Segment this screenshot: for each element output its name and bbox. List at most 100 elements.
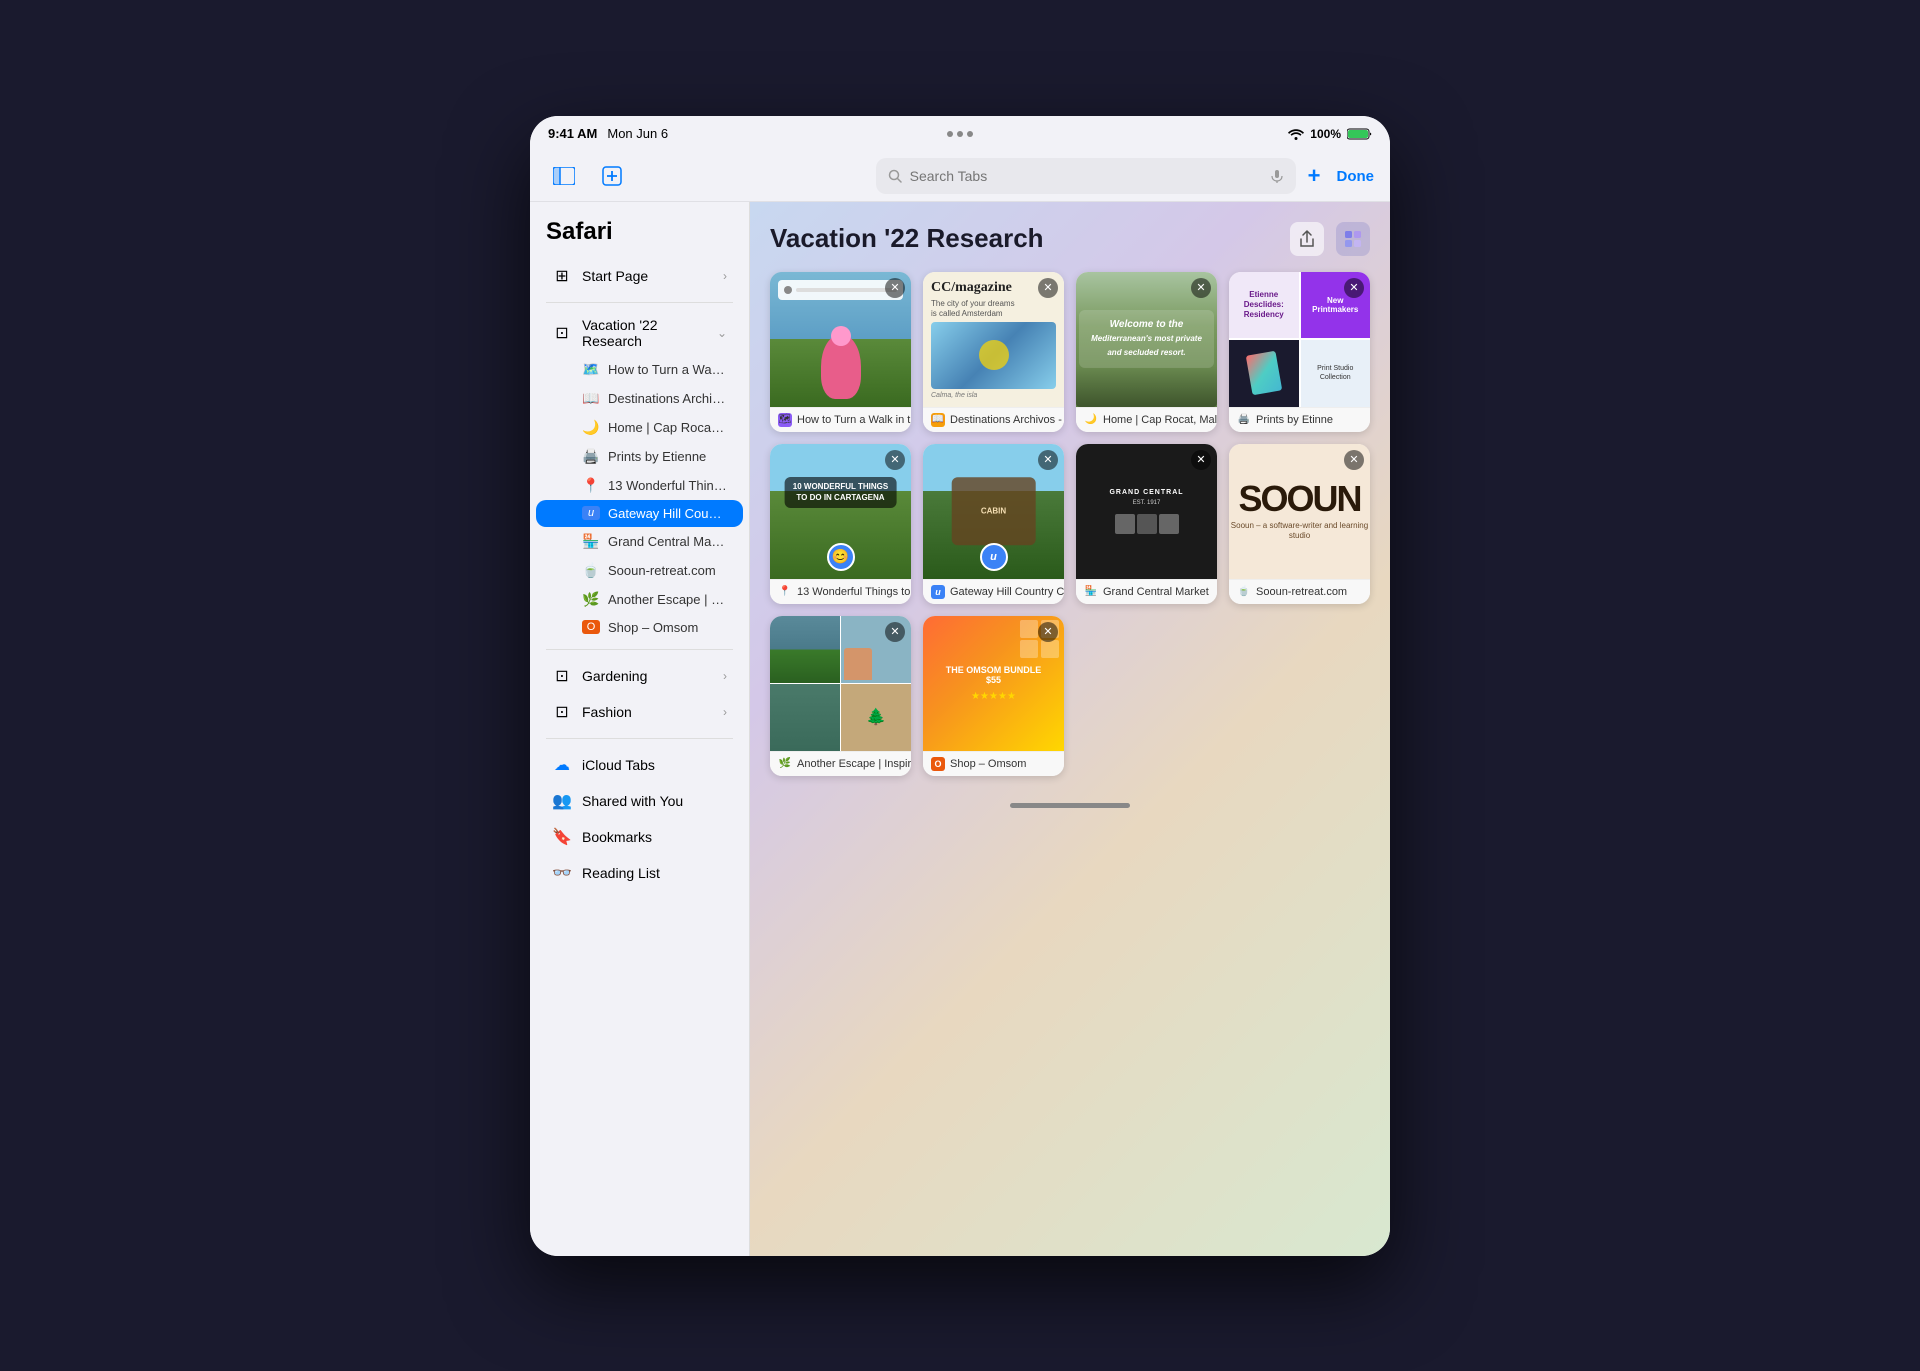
status-bar: 9:41 AM Mon Jun 6 100% xyxy=(530,116,1390,152)
home-indicator-area xyxy=(770,776,1370,816)
tab-card-magazine[interactable]: ✕ CC/magazine The city of your dreamsis … xyxy=(923,272,1064,432)
divider-2 xyxy=(546,649,733,650)
fashion-label: Fashion xyxy=(582,704,713,720)
hike-label: 🗺 How to Turn a Walk in the Wo... xyxy=(770,407,911,432)
sidebar-sub-prints[interactable]: 🖨️ Prints by Etienne xyxy=(536,442,743,471)
shared-icon: 👥 xyxy=(552,791,572,811)
close-hike[interactable]: ✕ xyxy=(885,278,905,298)
sidebar-sub-omsom[interactable]: O Shop – Omsom xyxy=(536,614,743,641)
escape-favicon: 🌿 xyxy=(778,757,792,771)
home-indicator xyxy=(1010,803,1130,808)
tab-card-wonderful[interactable]: ✕ 10 WONDERFUL THINGS TO DO IN CARTAGENA… xyxy=(770,444,911,604)
start-page-icon: ⊞ xyxy=(552,266,572,286)
tab-card-hike[interactable]: ✕ 🗺 xyxy=(770,272,911,432)
battery-icon xyxy=(1347,128,1372,140)
bookmarks-icon: 🔖 xyxy=(552,827,572,847)
divider-1 xyxy=(546,302,733,303)
ipad-frame: 9:41 AM Mon Jun 6 100% xyxy=(530,116,1390,1256)
vacation-group-chevron: ⌄ xyxy=(717,326,727,340)
magazine-favicon: 📖 xyxy=(931,413,945,427)
gateway-label: u Gateway Hill Country Cabins | ... xyxy=(923,579,1064,604)
microphone-icon[interactable] xyxy=(1270,169,1284,183)
sidebar-sub-another-escape[interactable]: 🌿 Another Escape | Inspired... xyxy=(536,585,743,614)
top-actions: + Done xyxy=(1308,163,1374,189)
tab-card-gateway[interactable]: ✕ CABIN u u Gateway Hill Country Cabins … xyxy=(923,444,1064,604)
tab-area-title: Vacation '22 Research xyxy=(770,223,1044,254)
icloud-icon: ☁ xyxy=(552,755,572,775)
gardening-icon: ⊡ xyxy=(552,666,572,686)
close-market[interactable]: ✕ xyxy=(1191,450,1211,470)
prints-label: 🖨️ Prints by Etinne xyxy=(1229,407,1370,432)
vacation-group-label: Vacation '22 Research xyxy=(582,317,707,349)
close-omsom[interactable]: ✕ xyxy=(1038,622,1058,642)
close-prints[interactable]: ✕ xyxy=(1344,278,1364,298)
close-sooun[interactable]: ✕ xyxy=(1344,450,1364,470)
destinations-label: Destinations Archivos - CC... xyxy=(608,391,727,406)
sidebar-item-icloud[interactable]: ☁ iCloud Tabs xyxy=(536,747,743,783)
sidebar-sub-gateway[interactable]: u Gateway Hill Country Cabi... xyxy=(536,500,743,527)
search-bar[interactable] xyxy=(876,158,1296,194)
sidebar-sub-hike[interactable]: 🗺️ How to Turn a Walk in the ... xyxy=(536,355,743,384)
share-icon xyxy=(1298,230,1316,248)
sidebar-item-gardening[interactable]: ⊡ Gardening › xyxy=(536,658,743,694)
sidebar-sub-cap-rocat[interactable]: 🌙 Home | Cap Rocat, Mallorc... xyxy=(536,413,743,442)
sidebar-sub-grand-central[interactable]: 🏪 Grand Central Market xyxy=(536,527,743,556)
sooun-icon: 🍵 xyxy=(582,562,600,579)
close-wonderful[interactable]: ✕ xyxy=(885,450,905,470)
wonderful-favicon: 📍 xyxy=(778,585,792,599)
market-favicon: 🏪 xyxy=(1084,585,1098,599)
status-time: 9:41 AM xyxy=(548,126,597,141)
prints-favicon: 🖨️ xyxy=(1237,413,1251,427)
gateway-icon: u xyxy=(582,506,600,520)
sidebar-sub-destinations[interactable]: 📖 Destinations Archivos - CC... xyxy=(536,384,743,413)
new-tab-icon xyxy=(602,166,622,186)
vacation-group-header[interactable]: ⊡ Vacation '22 Research ⌄ xyxy=(536,311,743,355)
destinations-icon: 📖 xyxy=(582,390,600,407)
sooun-label: Sooun-retreat.com xyxy=(608,563,716,578)
bookmarks-label: Bookmarks xyxy=(582,829,727,845)
search-input[interactable] xyxy=(910,168,1262,184)
sidebar-title: Safari xyxy=(530,214,749,258)
main-content: Safari ⊞ Start Page › ⊡ Vacation '22 Res… xyxy=(530,202,1390,1256)
sidebar-item-fashion[interactable]: ⊡ Fashion › xyxy=(536,694,743,730)
gardening-label: Gardening xyxy=(582,668,713,684)
gateway-label: Gateway Hill Country Cabi... xyxy=(608,506,727,521)
omsom-label: Shop – Omsom xyxy=(608,620,698,635)
sidebar-sub-13wonderful[interactable]: 📍 13 Wonderful Things to Do... xyxy=(536,471,743,500)
divider-3 xyxy=(546,738,733,739)
hotel-favicon: 🌙 xyxy=(1084,413,1098,427)
new-tab-button[interactable] xyxy=(594,158,630,194)
fashion-chevron: › xyxy=(723,705,727,719)
share-button[interactable] xyxy=(1290,222,1324,256)
wonderful-label: 📍 13 Wonderful Things to Do in... xyxy=(770,579,911,604)
sidebar-item-start-page[interactable]: ⊞ Start Page › xyxy=(536,258,743,294)
tab-card-omsom[interactable]: ✕ THE OMSOM BUNDLE$55 ★★★★★ xyxy=(923,616,1064,776)
gateway-favicon: u xyxy=(931,585,945,599)
grand-central-label: Grand Central Market xyxy=(608,534,727,549)
tab-card-sooun[interactable]: ✕ SOOUN Sooun – a software-writer and le… xyxy=(1229,444,1370,604)
close-gateway[interactable]: ✕ xyxy=(1038,450,1058,470)
group-options-button[interactable] xyxy=(1336,222,1370,256)
tab-card-hotel[interactable]: ✕ Welcome to theMediterranean's most pri… xyxy=(1076,272,1217,432)
tab-card-escape[interactable]: ✕ 🌲 🌿 An xyxy=(770,616,911,776)
top-bar: + Done xyxy=(530,152,1390,202)
hike-icon: 🗺️ xyxy=(582,361,600,378)
tab-card-market[interactable]: ✕ GRAND CENTRAL EST. 1917 🏪 xyxy=(1076,444,1217,604)
sidebar-item-shared[interactable]: 👥 Shared with You xyxy=(536,783,743,819)
add-tab-button[interactable]: + xyxy=(1308,163,1321,189)
tab-card-prints[interactable]: ✕ EtienneDesclides:Residency New Printma… xyxy=(1229,272,1370,432)
sidebar-sub-sooun[interactable]: 🍵 Sooun-retreat.com xyxy=(536,556,743,585)
close-magazine[interactable]: ✕ xyxy=(1038,278,1058,298)
sidebar-item-reading-list[interactable]: 👓 Reading List xyxy=(536,855,743,891)
sidebar-toggle-button[interactable] xyxy=(546,158,582,194)
done-button[interactable]: Done xyxy=(1337,168,1375,185)
ipad-screen: 9:41 AM Mon Jun 6 100% xyxy=(530,116,1390,1256)
escape-label: 🌿 Another Escape | Inspired by... xyxy=(770,751,911,776)
status-icons: 100% xyxy=(1288,127,1372,141)
market-label: 🏪 Grand Central Market xyxy=(1076,579,1217,604)
sidebar-item-bookmarks[interactable]: 🔖 Bookmarks xyxy=(536,819,743,855)
sidebar-icon xyxy=(553,167,575,185)
close-hotel[interactable]: ✕ xyxy=(1191,278,1211,298)
reading-list-icon: 👓 xyxy=(552,863,572,883)
close-escape[interactable]: ✕ xyxy=(885,622,905,642)
